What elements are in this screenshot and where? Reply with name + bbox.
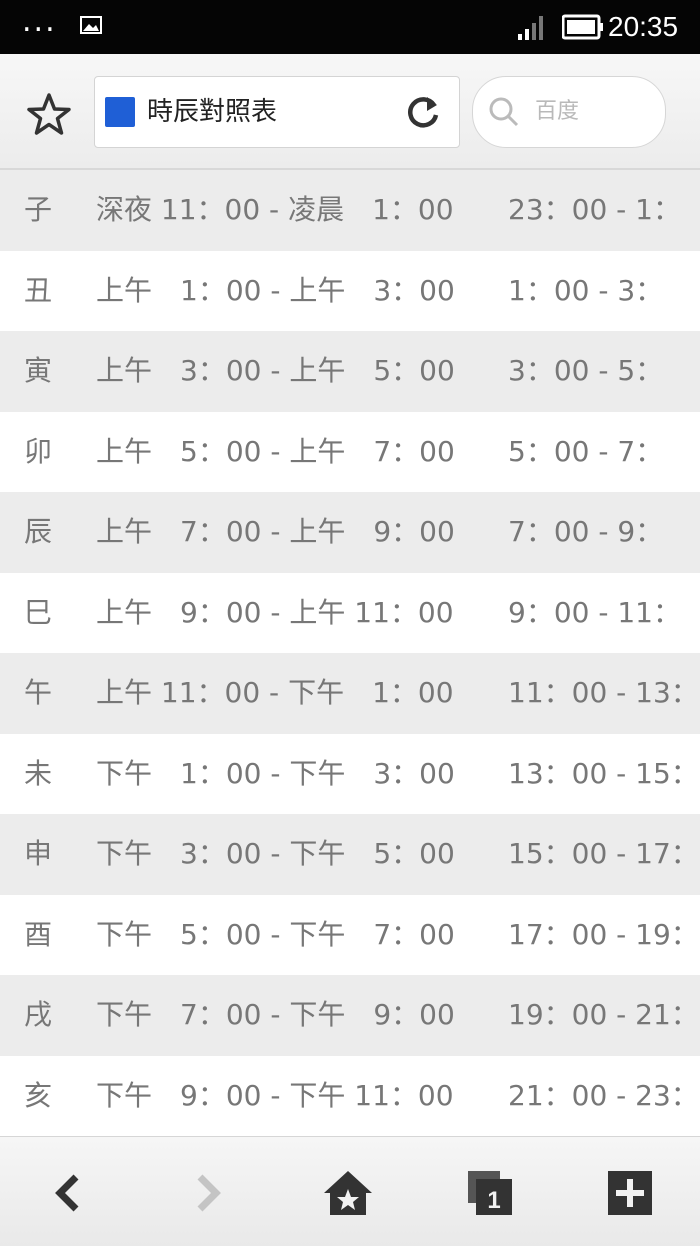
table-row: 申 下午 3：00 - 下午 5：00 15：00 - 17： — [0, 814, 700, 895]
time-range: 上午 1：00 - 上午 3：00 — [96, 273, 455, 307]
search-icon — [489, 97, 519, 127]
address-bar: 時辰對照表 百度 — [0, 54, 700, 170]
time-range-24h: 9：00 - 11： — [508, 595, 681, 629]
table-row: 丑 上午 1：00 - 上午 3：00 1：00 - 3： — [0, 250, 700, 331]
shichen-name: 丑 — [24, 273, 53, 307]
time-range: 上午 7：00 - 上午 9：00 — [96, 515, 455, 548]
image-notification-icon — [80, 16, 102, 34]
shichen-name: 寅 — [24, 354, 53, 387]
new-tab-icon[interactable] — [602, 1165, 658, 1221]
svg-text:1: 1 — [487, 1187, 500, 1214]
status-bar: ... 20:35 — [0, 0, 700, 54]
time-range: 上午 5：00 - 上午 7：00 — [96, 434, 455, 468]
time-range-24h: 3：00 - 5： — [508, 354, 664, 387]
search-placeholder: 百度 — [535, 99, 580, 124]
bookmark-star-icon[interactable] — [24, 90, 74, 140]
table-row: 寅 上午 3：00 - 上午 5：00 3：00 - 5： — [0, 331, 700, 412]
shichen-name: 亥 — [24, 1078, 53, 1112]
page-title: 時辰對照表 — [147, 97, 278, 127]
time-range: 上午 9：00 - 上午 11：00 — [96, 595, 454, 629]
shichen-name: 申 — [24, 837, 53, 870]
shichen-name: 午 — [24, 676, 53, 709]
time-range-24h: 21：00 - 23： — [508, 1078, 699, 1112]
shichen-name: 巳 — [24, 595, 53, 629]
site-favicon-icon — [105, 97, 135, 127]
time-range: 下午 7：00 - 下午 9：00 — [96, 998, 455, 1031]
time-range-24h: 17：00 - 19： — [508, 917, 699, 951]
table-row: 卯 上午 5：00 - 上午 7：00 5：00 - 7： — [0, 411, 700, 492]
time-range-24h: 11：00 - 13： — [508, 676, 699, 709]
home-icon[interactable] — [320, 1165, 376, 1221]
battery-icon — [562, 14, 603, 40]
table-row: 巳 上午 9：00 - 上午 11：00 9：00 - 11： — [0, 572, 700, 653]
time-range: 下午 5：00 - 下午 7：00 — [96, 917, 455, 951]
more-notifications-icon: ... — [22, 4, 57, 39]
forward-icon[interactable] — [180, 1165, 236, 1221]
shichen-name: 卯 — [24, 434, 53, 468]
shichen-name: 酉 — [24, 917, 53, 951]
table-row: 亥 下午 9：00 - 下午 11：00 21：00 - 23： — [0, 1055, 700, 1136]
shichen-table: 子 深夜 11：00 - 凌晨 1：00 23：00 - 1： 丑 上午 1：0… — [0, 170, 700, 1136]
search-input[interactable]: 百度 — [472, 76, 666, 148]
time-range-24h: 5：00 - 7： — [508, 434, 664, 468]
time-range: 深夜 11：00 - 凌晨 1：00 — [96, 193, 454, 226]
shichen-name: 戌 — [24, 998, 53, 1031]
table-row: 辰 上午 7：00 - 上午 9：00 7：00 - 9： — [0, 492, 700, 573]
clock: 20:35 — [608, 11, 679, 42]
time-range-24h: 15：00 - 17： — [508, 837, 699, 870]
shichen-name: 未 — [24, 756, 53, 790]
table-row: 戌 下午 7：00 - 下午 9：00 19：00 - 21： — [0, 975, 700, 1056]
table-row: 子 深夜 11：00 - 凌晨 1：00 23：00 - 1： — [0, 170, 700, 251]
shichen-name: 子 — [24, 193, 53, 226]
reload-icon[interactable] — [403, 93, 443, 133]
time-range: 上午 3：00 - 上午 5：00 — [96, 354, 455, 387]
table-row: 午 上午 11：00 - 下午 1：00 11：00 - 13： — [0, 653, 700, 734]
time-range: 上午 11：00 - 下午 1：00 — [96, 676, 454, 709]
table-row: 未 下午 1：00 - 下午 3：00 13：00 - 15： — [0, 733, 700, 814]
shichen-name: 辰 — [24, 515, 53, 548]
time-range-24h: 19：00 - 21： — [508, 998, 699, 1031]
time-range-24h: 1：00 - 3： — [508, 273, 664, 307]
url-field[interactable]: 時辰對照表 — [94, 76, 460, 148]
time-range-24h: 13：00 - 15： — [508, 756, 699, 790]
time-range: 下午 9：00 - 下午 11：00 — [96, 1078, 454, 1112]
time-range: 下午 1：00 - 下午 3：00 — [96, 756, 455, 790]
back-icon[interactable] — [40, 1165, 96, 1221]
time-range-24h: 23：00 - 1： — [508, 193, 681, 226]
signal-icon — [518, 16, 543, 40]
time-range-24h: 7：00 - 9： — [508, 515, 664, 548]
table-row: 酉 下午 5：00 - 下午 7：00 17：00 - 19： — [0, 894, 700, 975]
bottom-toolbar: 1 — [0, 1136, 700, 1246]
tabs-icon[interactable]: 1 — [462, 1165, 518, 1221]
time-range: 下午 3：00 - 下午 5：00 — [96, 837, 455, 870]
